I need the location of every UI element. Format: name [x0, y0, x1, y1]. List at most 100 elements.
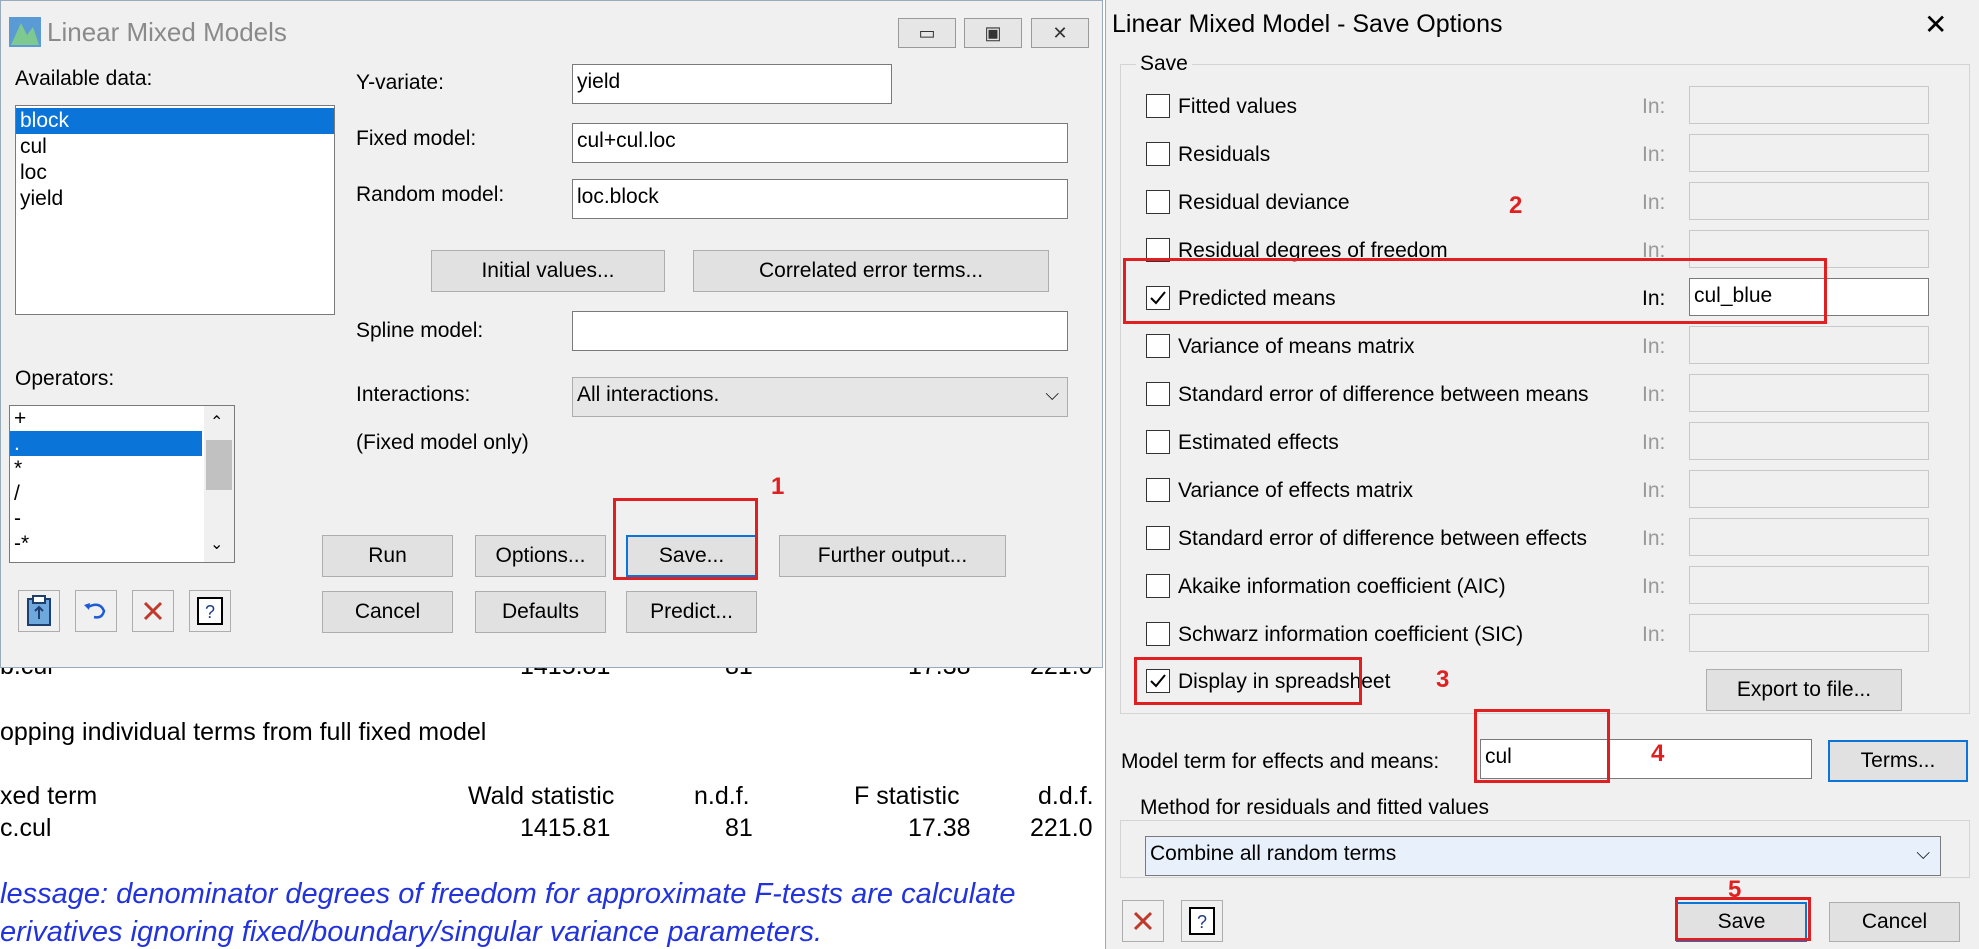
interactions-select[interactable]: All interactions. ⌵ [572, 377, 1068, 417]
save-option-checkbox[interactable] [1146, 190, 1170, 214]
operators-label: Operators: [15, 367, 115, 390]
run-button[interactable]: Run [322, 535, 453, 577]
defaults-button[interactable]: Defaults [475, 591, 606, 633]
scroll-up-icon[interactable]: ⌃ [210, 412, 223, 432]
save-option-field[interactable] [1689, 614, 1929, 652]
save-option-checkbox[interactable] [1146, 574, 1170, 598]
list-item[interactable]: * [10, 456, 234, 481]
save-option-field[interactable] [1689, 86, 1929, 124]
random-model-label: Random model: [356, 183, 505, 206]
save-option-checkbox[interactable] [1146, 478, 1170, 502]
help-button[interactable]: ? [1181, 900, 1223, 942]
save-option-field[interactable] [1689, 134, 1929, 172]
scrollbar-thumb[interactable] [206, 440, 232, 490]
annotation-number: 5 [1728, 876, 1742, 903]
output-heading: opping individual terms from full fixed … [0, 718, 487, 746]
list-item[interactable]: -* [10, 531, 234, 556]
correlated-error-terms-button[interactable]: Correlated error terms... [693, 250, 1049, 292]
save-option-field[interactable] [1689, 182, 1929, 220]
terms-button[interactable]: Terms... [1828, 740, 1968, 782]
method-group-label: Method for residuals and fitted values [1136, 796, 1494, 820]
clear-button[interactable] [132, 590, 174, 632]
save-option-label: Standard error of difference between eff… [1178, 527, 1587, 550]
save-option-checkbox[interactable] [1146, 622, 1170, 646]
annotation-box [613, 498, 758, 580]
initial-values-button[interactable]: Initial values... [431, 250, 665, 292]
clear-button[interactable] [1122, 900, 1164, 942]
save-option-checkbox[interactable] [1146, 382, 1170, 406]
save-option-field[interactable] [1689, 470, 1929, 508]
list-item[interactable]: yield [16, 186, 334, 212]
in-label: In: [1642, 383, 1666, 406]
output-header-ndf: n.d.f. [694, 782, 750, 810]
close-icon: ✕ [1052, 22, 1068, 43]
minimize-button[interactable]: ▭ [898, 18, 956, 48]
method-value: Combine all random terms [1150, 842, 1397, 865]
save-option-field[interactable] [1689, 518, 1929, 556]
clipboard-icon [27, 595, 51, 626]
options-button[interactable]: Options... [475, 535, 606, 577]
fixed-model-label: Fixed model: [356, 127, 477, 150]
annotation-box [1474, 709, 1610, 783]
list-item[interactable]: + [10, 406, 234, 431]
save-option-label: Standard error of difference between mea… [1178, 383, 1589, 406]
close-button[interactable]: ✕ [1031, 18, 1089, 48]
output-header-ddf: d.d.f. [1038, 782, 1094, 810]
in-label: In: [1642, 143, 1666, 166]
cancel-button[interactable]: Cancel [322, 591, 453, 633]
random-model-field[interactable]: loc.block [572, 179, 1068, 219]
list-item[interactable]: . [10, 431, 202, 456]
list-item[interactable]: cul [16, 134, 334, 160]
save-option-field[interactable] [1689, 422, 1929, 460]
save-option-label: Schwarz information coefficient (SIC) [1178, 623, 1524, 646]
scrollbar[interactable]: ⌃ ⌄ [204, 406, 234, 562]
fixed-model-field[interactable]: cul+cul.loc [572, 123, 1068, 163]
scroll-down-icon[interactable]: ⌄ [210, 534, 223, 554]
list-item[interactable]: / [10, 481, 234, 506]
predict-button[interactable]: Predict... [626, 591, 757, 633]
output-header-term: xed term [0, 782, 98, 810]
in-label: In: [1642, 191, 1666, 214]
in-label: In: [1642, 335, 1666, 358]
save-option-field[interactable] [1689, 326, 1929, 364]
minimize-icon: ▭ [918, 22, 936, 43]
annotation-number: 2 [1509, 192, 1523, 219]
output-row-wald: 1415.81 [520, 814, 611, 842]
close-icon[interactable]: ✕ [1924, 8, 1947, 41]
lmm-titlebar[interactable]: Linear Mixed Models ▭ ▣ ✕ [1, 1, 1102, 53]
in-label: In: [1642, 623, 1666, 646]
save-option-checkbox[interactable] [1146, 430, 1170, 454]
dialog-title: Linear Mixed Model - Save Options [1112, 10, 1503, 38]
save-option-checkbox[interactable] [1146, 526, 1170, 550]
save-option-field[interactable] [1689, 374, 1929, 412]
save-option-label: Variance of means matrix [1178, 335, 1415, 358]
list-item[interactable]: loc [16, 160, 334, 186]
list-item[interactable]: block [16, 108, 334, 134]
help-button[interactable]: ? [189, 590, 231, 632]
save-option-checkbox[interactable] [1146, 334, 1170, 358]
model-term-label: Model term for effects and means: [1121, 750, 1440, 773]
save-option-checkbox[interactable] [1146, 94, 1170, 118]
available-data-list[interactable]: block cul loc yield [15, 105, 335, 315]
in-label: In: [1642, 575, 1666, 598]
in-label: In: [1642, 527, 1666, 550]
maximize-button[interactable]: ▣ [964, 18, 1022, 48]
interactions-value: All interactions. [577, 383, 720, 406]
save-option-label: Estimated effects [1178, 431, 1339, 454]
export-button[interactable]: Export to file... [1706, 669, 1902, 711]
y-variate-field[interactable]: yield [572, 64, 892, 104]
further-output-button[interactable]: Further output... [779, 535, 1006, 577]
cancel-button[interactable]: Cancel [1829, 902, 1960, 942]
spline-model-field[interactable] [572, 311, 1068, 351]
undo-button[interactable] [75, 590, 117, 632]
annotation-number: 4 [1651, 740, 1665, 767]
available-data-label: Available data: [15, 67, 153, 90]
operators-list[interactable]: + . * / - -* ⌃ ⌄ [9, 405, 235, 563]
list-item[interactable]: - [10, 506, 234, 531]
annotation-number: 3 [1436, 666, 1450, 693]
copy-to-input-button[interactable] [18, 590, 60, 632]
save-option-field[interactable] [1689, 566, 1929, 604]
save-option-checkbox[interactable] [1146, 142, 1170, 166]
method-select[interactable]: Combine all random terms ⌵ [1145, 836, 1941, 876]
lmm-window: Linear Mixed Models ▭ ▣ ✕ Available data… [0, 0, 1103, 668]
